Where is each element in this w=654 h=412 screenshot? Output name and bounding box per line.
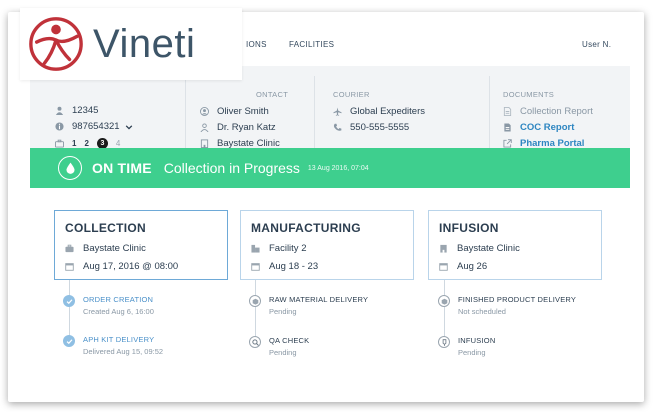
document-icon bbox=[504, 123, 511, 132]
timeline-subtitle: Not scheduled bbox=[458, 307, 506, 316]
contact-name: Oliver Smith bbox=[217, 106, 269, 117]
timeline-subtitle: Pending bbox=[458, 348, 486, 357]
droplet-icon bbox=[65, 162, 75, 174]
vineti-logo[interactable]: Vineti bbox=[20, 8, 242, 80]
logo-wordmark: Vineti bbox=[93, 21, 196, 66]
magnifier-icon bbox=[249, 336, 261, 348]
timeline-item-order-creation[interactable]: ORDER CREATION Created Aug 6, 16:00 bbox=[63, 295, 154, 316]
timeline-subtitle: Delivered Aug 15, 09:52 bbox=[83, 347, 164, 356]
briefcase-icon bbox=[65, 244, 74, 253]
status-label: ON TIME bbox=[92, 160, 152, 176]
doctor-icon bbox=[200, 123, 209, 132]
divider bbox=[314, 76, 315, 148]
building-icon bbox=[200, 139, 209, 148]
stage-site-row: Facility 2 bbox=[251, 243, 306, 254]
status-text: Collection in Progress bbox=[163, 160, 300, 176]
user-menu[interactable]: User N. bbox=[582, 40, 611, 49]
stage-title: COLLECTION bbox=[65, 221, 146, 235]
stage-card-infusion[interactable]: INFUSION Baystate Clinic Aug 26 bbox=[428, 210, 602, 280]
divider bbox=[489, 76, 490, 148]
timeline-item-qa-check[interactable]: QA CHECK Pending bbox=[249, 336, 309, 357]
stage-date: Aug 26 bbox=[457, 261, 488, 272]
airplane-icon bbox=[333, 107, 342, 116]
divider bbox=[185, 76, 186, 148]
stage-site-row: Baystate Clinic bbox=[439, 243, 520, 254]
calendar-icon bbox=[65, 263, 74, 271]
courier-company-row: Global Expediters bbox=[333, 106, 425, 117]
stage-title: INFUSION bbox=[439, 221, 499, 235]
stage-date: Aug 18 - 23 bbox=[269, 261, 319, 272]
factory-icon bbox=[251, 244, 260, 253]
user-circle-icon bbox=[200, 107, 209, 116]
info-icon bbox=[55, 122, 64, 131]
stage-site: Baystate Clinic bbox=[457, 243, 520, 254]
timeline-item-aph-kit-delivery[interactable]: APH KIT DELIVERY Delivered Aug 15, 09:52 bbox=[63, 335, 163, 356]
timeline-item-raw-material-delivery[interactable]: RAW MATERIAL DELIVERY Pending bbox=[249, 295, 368, 316]
phone-icon bbox=[333, 123, 342, 131]
stage-card-manufacturing[interactable]: MANUFACTURING Facility 2 Aug 18 - 23 bbox=[240, 210, 414, 280]
timeline-title: RAW MATERIAL DELIVERY bbox=[269, 295, 369, 304]
document-link: COC Report bbox=[520, 122, 575, 133]
box-icon bbox=[249, 295, 261, 307]
chevron-down-icon[interactable] bbox=[125, 123, 133, 131]
step-2[interactable]: 2 bbox=[84, 139, 88, 148]
drop-icon-circle bbox=[58, 156, 82, 180]
building-icon bbox=[440, 244, 447, 253]
person-icon bbox=[55, 106, 64, 115]
timeline-subtitle: Pending bbox=[269, 307, 297, 316]
stage-card-collection[interactable]: COLLECTION Baystate Clinic Aug 17, 2016 … bbox=[54, 210, 228, 280]
document-coc-report[interactable]: COC Report bbox=[503, 122, 574, 133]
stage-date-row: Aug 26 bbox=[439, 261, 487, 272]
stage-date-row: Aug 17, 2016 @ 08:00 bbox=[65, 261, 178, 272]
check-icon bbox=[63, 335, 75, 347]
nav-item-facilities[interactable]: FACILITIES bbox=[289, 40, 334, 49]
check-icon bbox=[63, 295, 75, 307]
stage-site-row: Baystate Clinic bbox=[65, 243, 146, 254]
doctor-row: Dr. Ryan Katz bbox=[200, 122, 276, 133]
status-date: 13 Aug 2016, 07:04 bbox=[307, 164, 369, 172]
stage-date: Aug 17, 2016 @ 08:00 bbox=[83, 261, 179, 272]
courier-phone-row[interactable]: 550-555-5555 bbox=[333, 122, 409, 133]
step-4[interactable]: 4 bbox=[116, 139, 120, 148]
stage-title: MANUFACTURING bbox=[251, 221, 361, 235]
calendar-icon bbox=[439, 263, 448, 271]
courier-phone: 550-555-5555 bbox=[350, 122, 410, 133]
documents-heading: DOCUMENTS bbox=[503, 90, 555, 99]
patient-number-row[interactable]: 987654321 bbox=[55, 121, 133, 132]
courier-heading: COURIER bbox=[333, 90, 370, 99]
timeline-item-finished-product-delivery[interactable]: FINISHED PRODUCT DELIVERY Not scheduled bbox=[438, 295, 576, 316]
timeline-title: ORDER CREATION bbox=[83, 295, 154, 304]
timeline-title: QA CHECK bbox=[269, 336, 310, 345]
calendar-icon bbox=[251, 263, 260, 271]
timeline-title: APH KIT DELIVERY bbox=[83, 335, 155, 344]
courier-company: Global Expediters bbox=[350, 106, 425, 117]
timeline-subtitle: Pending bbox=[269, 348, 297, 357]
timeline-title: FINISHED PRODUCT DELIVERY bbox=[458, 295, 577, 304]
stage-site: Baystate Clinic bbox=[83, 243, 146, 254]
infusion-bag-icon bbox=[438, 336, 450, 348]
patient-id: 12345 bbox=[72, 105, 99, 116]
patient-id-row: 12345 bbox=[55, 105, 98, 116]
stage-site: Facility 2 bbox=[269, 243, 307, 254]
timeline-item-infusion[interactable]: INFUSION Pending bbox=[438, 336, 495, 357]
timeline-title: INFUSION bbox=[458, 336, 496, 345]
box-icon bbox=[438, 295, 450, 307]
doctor-name: Dr. Ryan Katz bbox=[217, 122, 276, 133]
step-1[interactable]: 1 bbox=[72, 139, 76, 148]
briefcase-icon bbox=[55, 139, 64, 148]
contact-heading: ONTACT bbox=[256, 90, 289, 99]
document-icon bbox=[503, 107, 512, 116]
document-link: Collection Report bbox=[520, 106, 593, 117]
stage-date-row: Aug 18 - 23 bbox=[251, 261, 318, 272]
document-collection-report[interactable]: Collection Report bbox=[503, 106, 593, 117]
timeline-subtitle: Created Aug 6, 16:00 bbox=[83, 307, 154, 316]
contact-name-row: Oliver Smith bbox=[200, 106, 269, 117]
nav-item-ions[interactable]: IONS bbox=[246, 40, 267, 49]
vineti-logo-mark-icon bbox=[29, 17, 83, 71]
patient-number: 987654321 bbox=[72, 121, 120, 132]
external-link-icon bbox=[503, 139, 512, 148]
status-bar: ON TIME Collection in Progress 13 Aug 20… bbox=[30, 148, 630, 188]
